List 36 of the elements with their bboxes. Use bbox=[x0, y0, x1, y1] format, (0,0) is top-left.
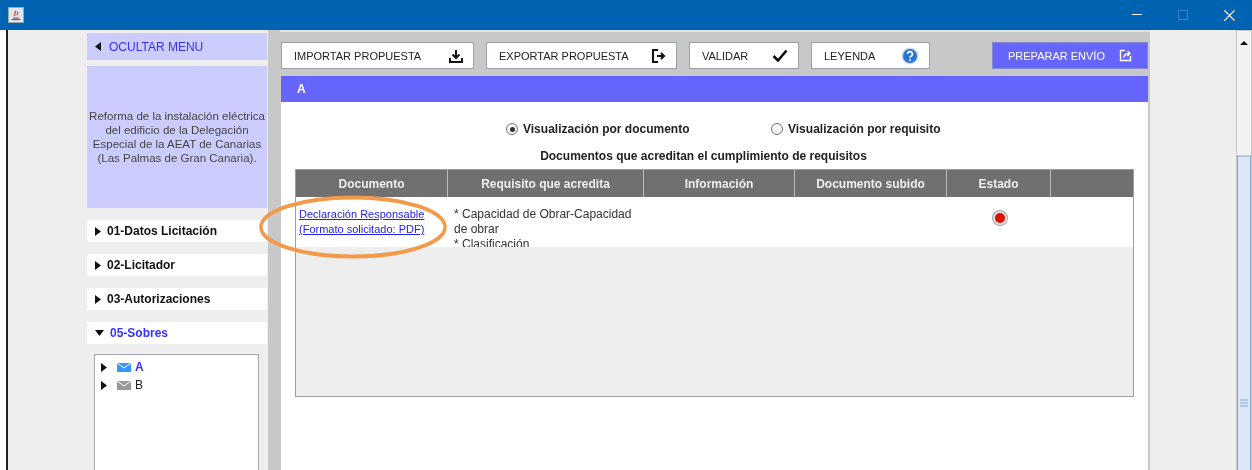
requirement-text: * Capacidad de Obrar-Capacidad de obrar bbox=[454, 207, 633, 237]
close-icon bbox=[1223, 9, 1235, 21]
radio-icon[interactable] bbox=[771, 123, 783, 135]
send-button[interactable]: PREPARAR ENVÍO bbox=[992, 42, 1148, 69]
toolbar-button[interactable]: EXPORTAR PROPUESTA bbox=[486, 42, 677, 69]
toolbar-button[interactable]: LEYENDA bbox=[811, 42, 930, 69]
caret-right-icon bbox=[95, 260, 101, 270]
caret-right-icon bbox=[95, 226, 101, 236]
help-icon bbox=[901, 46, 919, 65]
tree-item[interactable]: B bbox=[135, 378, 143, 392]
toolbar-button[interactable]: IMPORTAR PROPUESTA bbox=[281, 42, 474, 69]
caret-right-icon bbox=[95, 294, 101, 304]
section-header: A bbox=[281, 76, 1148, 102]
tree-item[interactable]: A bbox=[135, 360, 144, 374]
checkmark-icon bbox=[772, 49, 788, 62]
splitter-bar[interactable] bbox=[268, 30, 280, 470]
download-icon bbox=[449, 48, 463, 63]
share-icon bbox=[1119, 49, 1132, 62]
menu-section[interactable]: 05-Sobres bbox=[87, 322, 267, 344]
menu-section[interactable]: 03-Autorizaciones bbox=[87, 288, 267, 310]
menu-section[interactable]: 01-Datos Licitación bbox=[87, 220, 267, 242]
radio-icon[interactable] bbox=[506, 123, 518, 135]
app-icon bbox=[8, 7, 24, 23]
exit-icon bbox=[652, 48, 666, 63]
caret-left-icon bbox=[95, 42, 101, 51]
scrollbar[interactable] bbox=[1236, 30, 1252, 470]
view-radio[interactable]: Visualización por documento bbox=[506, 122, 771, 136]
menu-section[interactable]: 02-Licitador bbox=[87, 254, 267, 276]
minimize-icon bbox=[1132, 14, 1142, 16]
project-description: Reforma de la instalación eléctrica del edificio de la Delegación Especial de la AEAT de Canarias (Las Palmas de Gran Canaria). bbox=[87, 66, 267, 208]
view-radio[interactable]: Visualización por requisito bbox=[771, 122, 1036, 136]
caret-down-icon bbox=[95, 330, 104, 336]
maximize-icon bbox=[1178, 10, 1188, 20]
toolbar-button[interactable]: VALIDAR bbox=[689, 42, 799, 69]
table-caption: Documentos que acreditan el cumplimiento de requisitos bbox=[539, 149, 868, 163]
hide-menu-button[interactable]: OCULTAR MENU bbox=[87, 33, 267, 60]
